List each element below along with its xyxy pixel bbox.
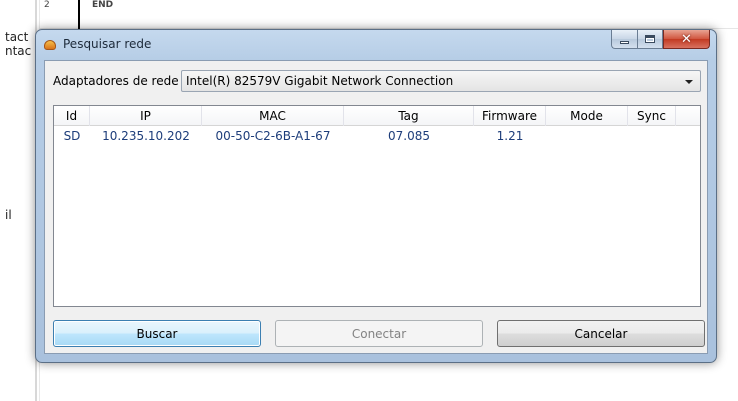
dialog-titlebar[interactable]: Pesquisar rede ✕	[36, 30, 716, 60]
cell-firmware: 1.21	[496, 129, 524, 143]
dialog-client-area: Adaptadores de rede Intel(R) 82579V Giga…	[44, 60, 708, 354]
minimize-icon	[620, 40, 629, 44]
column-header-id[interactable]: Id	[54, 106, 90, 126]
minimize-button[interactable]	[611, 30, 637, 49]
close-button[interactable]: ✕	[663, 30, 710, 49]
dialog-title: Pesquisar rede	[63, 37, 152, 51]
cell-mac: 00-50-C2-6B-A1-67	[215, 129, 331, 143]
column-header-firmware[interactable]: Firmware	[474, 106, 546, 126]
maximize-button[interactable]	[637, 30, 663, 49]
cell-tag: 07.085	[388, 129, 430, 143]
background-text-fragment: il	[5, 208, 12, 222]
app-icon	[44, 40, 56, 50]
chevron-down-icon	[685, 80, 693, 84]
search-network-dialog: Pesquisar rede ✕ Adaptadores de rede Int…	[35, 29, 717, 363]
device-list-header: Id IP MAC Tag Firmware Mode Sync	[54, 106, 700, 126]
background-text-fragment: tact	[5, 30, 29, 44]
adapter-selected-value: Intel(R) 82579V Gigabit Network Connecti…	[186, 74, 454, 88]
device-list[interactable]: Id IP MAC Tag Firmware Mode Sync SD 10.2…	[53, 105, 701, 307]
column-header-ip[interactable]: IP	[90, 106, 202, 126]
adapter-label: Adaptadores de rede	[53, 74, 179, 88]
column-header-mac[interactable]: MAC	[202, 106, 344, 126]
adapter-dropdown[interactable]: Intel(R) 82579V Gigabit Network Connecti…	[181, 70, 701, 92]
column-header-mode[interactable]: Mode	[546, 106, 628, 126]
background-text-fragment: 2	[44, 0, 50, 10]
table-row[interactable]: SD 10.235.10.202 00-50-C2-6B-A1-67 07.08…	[54, 127, 676, 145]
background-cursor-line	[78, 0, 80, 30]
background-text-fragment: ntac	[5, 44, 32, 58]
column-header-tag[interactable]: Tag	[344, 106, 474, 126]
cell-mode	[546, 127, 628, 145]
connect-button[interactable]: Conectar	[275, 320, 483, 347]
search-button[interactable]: Buscar	[53, 320, 261, 347]
column-header-sync[interactable]: Sync	[628, 106, 676, 126]
cell-ip: 10.235.10.202	[102, 129, 190, 143]
close-icon: ✕	[681, 31, 692, 47]
background-text-fragment: END	[92, 0, 114, 10]
maximize-icon	[645, 35, 655, 43]
cell-sync	[628, 127, 676, 145]
caption-buttons: ✕	[611, 30, 710, 50]
cell-id: SD	[63, 129, 81, 143]
cancel-button[interactable]: Cancelar	[497, 320, 705, 347]
